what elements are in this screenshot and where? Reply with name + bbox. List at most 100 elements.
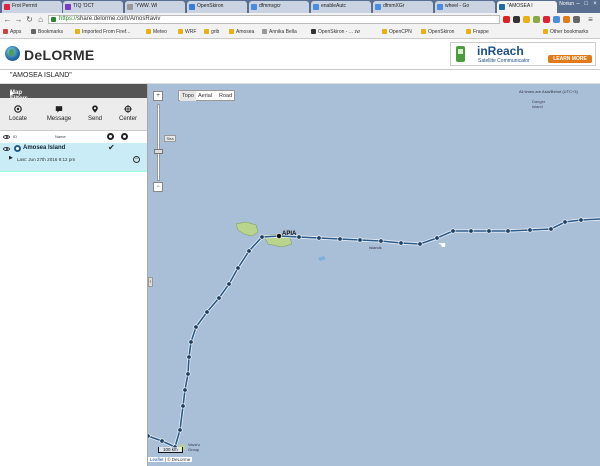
browser-tab[interactable]: Frot Perrnit bbox=[2, 1, 62, 13]
zoom-in-button[interactable]: + bbox=[153, 91, 163, 101]
send-button[interactable]: Send bbox=[80, 105, 110, 122]
message-button[interactable]: Message bbox=[44, 105, 74, 122]
expand-icon[interactable]: ▶ bbox=[9, 155, 13, 161]
star-icon[interactable] bbox=[523, 16, 530, 23]
extension-icon[interactable] bbox=[553, 16, 560, 23]
map-canvas[interactable] bbox=[148, 84, 600, 466]
eye-icon[interactable] bbox=[3, 147, 10, 151]
bookmark-item[interactable]: grib bbox=[204, 29, 219, 35]
track-point[interactable] bbox=[468, 228, 474, 234]
sidebar-collapse-handle[interactable]: ‹ bbox=[148, 277, 153, 287]
browser-tab[interactable]: enableAutc bbox=[311, 1, 371, 13]
browser-tab[interactable]: TIQ 'OCT bbox=[63, 1, 123, 13]
track-point[interactable] bbox=[235, 265, 241, 271]
remove-icon[interactable]: − bbox=[133, 156, 140, 163]
map-tab-topo[interactable]: Topo bbox=[180, 91, 196, 101]
bookmark-item[interactable]: WRF bbox=[178, 29, 196, 35]
leaflet-link[interactable]: Leaflet bbox=[150, 457, 164, 462]
track-point[interactable] bbox=[337, 236, 343, 242]
reload-icon[interactable]: ↻ bbox=[25, 15, 34, 24]
track-point[interactable] bbox=[188, 339, 194, 345]
extension-icon[interactable] bbox=[573, 16, 580, 23]
extension-icon[interactable] bbox=[543, 16, 550, 23]
back-icon[interactable]: ← bbox=[3, 15, 12, 24]
track-point[interactable] bbox=[226, 281, 232, 287]
profile-name[interactable]: Noriun bbox=[559, 1, 574, 7]
track-point[interactable] bbox=[216, 295, 222, 301]
track-point[interactable] bbox=[357, 237, 363, 243]
bookmark-label: Apps bbox=[10, 29, 22, 35]
track-point[interactable] bbox=[548, 226, 554, 232]
track-point[interactable] bbox=[182, 387, 188, 393]
bookmark-item[interactable]: Meteo bbox=[146, 29, 167, 35]
center-button[interactable]: Center bbox=[113, 105, 143, 122]
track-point[interactable] bbox=[578, 217, 584, 223]
settings-icon[interactable] bbox=[121, 133, 128, 140]
device-name[interactable]: Amosea Island bbox=[23, 145, 65, 151]
minimize-icon[interactable]: – bbox=[574, 1, 582, 7]
maximize-icon[interactable]: □ bbox=[582, 1, 590, 7]
other-bookmarks[interactable]: Other bookmarks bbox=[543, 29, 588, 35]
map-tab-road[interactable]: Road bbox=[219, 93, 232, 99]
track-point[interactable] bbox=[204, 309, 210, 315]
browser-tab-active[interactable]: "AMOSEA I bbox=[497, 1, 557, 13]
track-point[interactable] bbox=[276, 233, 282, 239]
bookmark-item[interactable]: Annika Bella bbox=[262, 29, 297, 35]
track-point[interactable] bbox=[562, 219, 568, 225]
track-point[interactable] bbox=[246, 248, 252, 254]
track-point[interactable] bbox=[185, 371, 191, 377]
extension-icon[interactable] bbox=[533, 16, 540, 23]
track-point[interactable] bbox=[180, 403, 186, 409]
checkmark-icon[interactable]: ✔ bbox=[108, 143, 115, 152]
track-point[interactable] bbox=[296, 234, 302, 240]
zoom-out-button[interactable]: − bbox=[153, 182, 163, 192]
close-icon[interactable]: × bbox=[591, 1, 599, 7]
bookmark-item[interactable]: OpenSkiron - ... שׂנ bbox=[311, 29, 360, 35]
zoom-slider-handle[interactable] bbox=[154, 149, 163, 154]
home-icon[interactable]: ⌂ bbox=[36, 15, 45, 24]
bookmark-item[interactable]: Amosea bbox=[229, 29, 254, 35]
browser-tab[interactable]: wheel - Go bbox=[435, 1, 495, 13]
bookmark-item[interactable]: OpenCPN bbox=[382, 29, 412, 35]
track-point[interactable] bbox=[259, 234, 265, 240]
track-point[interactable] bbox=[159, 438, 165, 444]
track-point[interactable] bbox=[378, 238, 384, 244]
toggle-all-icon[interactable] bbox=[107, 133, 114, 140]
extension-icon[interactable] bbox=[503, 16, 510, 23]
track-point[interactable] bbox=[398, 240, 404, 246]
bookmark-item[interactable]: Imported From Firef... bbox=[75, 29, 130, 35]
bookmark-item[interactable]: Bookmarks bbox=[31, 29, 63, 35]
map-filters-toggle[interactable]: ▶ Map Filters (Off) bbox=[0, 84, 147, 108]
track-point[interactable] bbox=[417, 241, 423, 247]
menu-icon[interactable]: ≡ bbox=[586, 15, 595, 24]
track-point[interactable] bbox=[177, 427, 183, 433]
address-toolbar: ← → ↻ ⌂ https://share.delorme.com/AmosRa… bbox=[0, 13, 600, 26]
forward-icon[interactable]: → bbox=[14, 15, 23, 24]
zoom-slider[interactable] bbox=[157, 104, 160, 181]
browser-tab[interactable]: dfmmsgcr bbox=[249, 1, 309, 13]
favicon-icon bbox=[375, 4, 381, 10]
track-point[interactable] bbox=[505, 228, 511, 234]
track-point[interactable] bbox=[486, 228, 492, 234]
bookmark-item[interactable]: OpenSkiron bbox=[421, 29, 454, 35]
inreach-ad-banner[interactable]: inReach Satellite Communicator LEARN MOR… bbox=[450, 42, 596, 66]
track-point[interactable] bbox=[193, 324, 199, 330]
browser-tab[interactable]: OpenSkiron bbox=[187, 1, 247, 13]
browser-tab[interactable]: dfmmXGr bbox=[373, 1, 433, 13]
eye-icon[interactable] bbox=[3, 135, 10, 139]
track-point[interactable] bbox=[527, 227, 533, 233]
track-point[interactable] bbox=[450, 228, 456, 234]
track-point[interactable] bbox=[186, 354, 192, 360]
bookmark-item[interactable]: Frappe bbox=[466, 29, 489, 35]
address-bar[interactable]: https://share.delorme.com/AmosRaviv bbox=[48, 15, 500, 24]
delorme-logo[interactable]: DeLORME bbox=[24, 47, 95, 63]
bookmark-apps[interactable]: Apps bbox=[3, 29, 21, 35]
track-point[interactable] bbox=[316, 235, 322, 241]
locate-button[interactable]: Locate bbox=[3, 105, 33, 122]
track-point[interactable] bbox=[148, 433, 151, 439]
extension-icon[interactable] bbox=[513, 16, 520, 23]
map-tab-aerial[interactable]: Aerial bbox=[198, 93, 212, 99]
browser-tab[interactable]: 'YWW. WI bbox=[125, 1, 185, 13]
extension-icon[interactable] bbox=[563, 16, 570, 23]
learn-more-button[interactable]: LEARN MORE bbox=[548, 55, 592, 63]
